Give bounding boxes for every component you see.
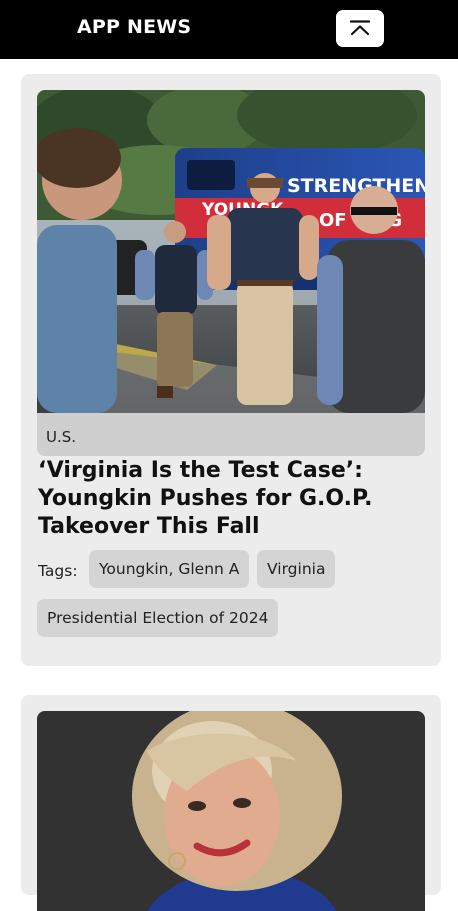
person-figure	[37, 128, 122, 413]
tag-chip[interactable]: Virginia	[257, 550, 336, 588]
article-headline[interactable]: ‘Virginia Is the Test Case’: Youngkin Pu…	[38, 457, 418, 541]
article-card[interactable]	[21, 695, 441, 911]
article-image[interactable]: STRENGTHENING YOUNGK OF VIRG	[37, 90, 425, 413]
tags-label: Tags:	[38, 562, 78, 580]
article-card[interactable]: STRENGTHENING YOUNGK OF VIRG	[21, 74, 441, 666]
section-bar[interactable]: U.S.	[37, 413, 425, 456]
tag-chip[interactable]: Youngkin, Glenn A	[89, 550, 250, 588]
bus-sign-text: STRENGTHENING	[287, 175, 425, 197]
article-image[interactable]	[37, 711, 425, 911]
tag-chip[interactable]: Presidential Election of 2024	[37, 599, 279, 637]
app-title: APP NEWS	[77, 16, 192, 38]
section-label[interactable]: U.S.	[46, 428, 76, 446]
arrow-up-to-line-icon	[349, 19, 371, 35]
scroll-to-top-button[interactable]	[336, 10, 384, 47]
app-header: APP NEWS	[0, 0, 458, 59]
